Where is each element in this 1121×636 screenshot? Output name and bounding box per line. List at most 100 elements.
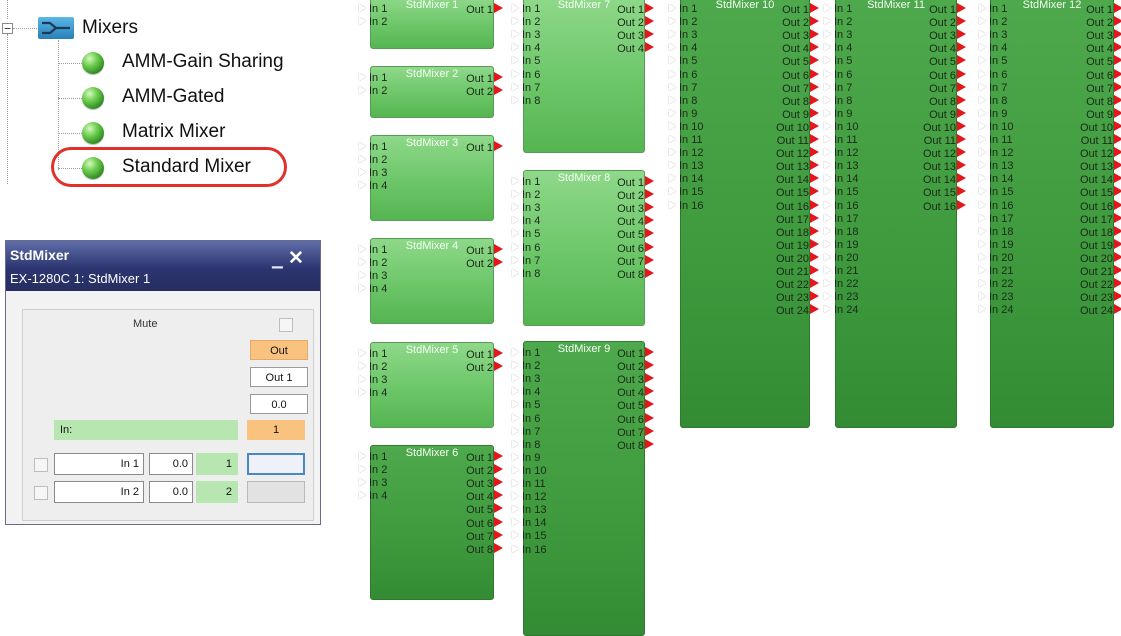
- input-pin[interactable]: In 4: [669, 42, 697, 54]
- input-pin[interactable]: In 3: [512, 29, 540, 41]
- input-pin[interactable]: In 3: [359, 477, 387, 489]
- input-2-gain-field[interactable]: 0.0: [149, 481, 193, 503]
- input-pin[interactable]: In 2: [359, 85, 387, 97]
- input-pin[interactable]: In 7: [512, 426, 540, 438]
- output-pin[interactable]: Out 7: [782, 81, 819, 95]
- output-pin[interactable]: Out 13: [923, 160, 966, 173]
- output-pin[interactable]: Out 8: [466, 542, 503, 556]
- output-pin[interactable]: Out 3: [929, 29, 966, 42]
- output-pin[interactable]: Out 2: [617, 360, 654, 373]
- output-pin[interactable]: Out 12: [923, 147, 966, 160]
- input-pin[interactable]: In 19: [979, 239, 1013, 251]
- output-pin[interactable]: Out 10: [776, 120, 819, 134]
- input-pin[interactable]: In 11: [824, 134, 858, 146]
- close-icon[interactable]: ✕: [288, 249, 306, 268]
- input-pin[interactable]: In 2: [359, 257, 387, 269]
- output-pin[interactable]: Out 24: [1080, 304, 1121, 317]
- input-pin[interactable]: In 6: [512, 242, 540, 254]
- output-pin[interactable]: Out 11: [1081, 134, 1121, 147]
- input-pin[interactable]: In 8: [512, 439, 540, 451]
- input-pin[interactable]: In 15: [512, 530, 546, 542]
- output-pin[interactable]: Out 17: [1080, 212, 1121, 226]
- output-pin[interactable]: Out 3: [617, 29, 654, 42]
- input-pin[interactable]: In 4: [979, 42, 1007, 54]
- window-title-bar[interactable]: StdMixer EX-1280C 1: StdMixer 1 ▁ ✕: [6, 241, 320, 291]
- output-pin[interactable]: Out 4: [782, 42, 819, 55]
- input-pin[interactable]: In 10: [824, 121, 858, 133]
- output-pin[interactable]: Out 8: [1086, 94, 1121, 108]
- input-pin[interactable]: In 10: [979, 121, 1013, 133]
- input-pin[interactable]: In 12: [669, 147, 703, 159]
- output-pin[interactable]: Out 2: [466, 257, 503, 270]
- input-1-name-field[interactable]: In 1: [54, 453, 144, 475]
- input-2-name-field[interactable]: In 2: [54, 481, 144, 503]
- input-pin[interactable]: In 6: [512, 413, 540, 425]
- input-pin[interactable]: In 5: [824, 55, 852, 67]
- output-pin[interactable]: Out 12: [1080, 147, 1121, 160]
- output-pin[interactable]: Out 3: [617, 202, 654, 215]
- output-pin[interactable]: Out 1: [617, 176, 654, 189]
- input-pin[interactable]: In 23: [979, 291, 1013, 303]
- output-pin[interactable]: Out 15: [776, 186, 819, 199]
- output-pin[interactable]: Out 1: [466, 348, 503, 361]
- tree-root-mixers[interactable]: Mixers: [82, 17, 138, 39]
- input-pin[interactable]: In 7: [512, 255, 540, 267]
- output-pin[interactable]: Out 13: [1080, 160, 1121, 173]
- output-pin[interactable]: Out 19: [1080, 238, 1121, 252]
- output-pin[interactable]: Out 22: [1080, 278, 1121, 291]
- mixer-block-5[interactable]: StdMixer 5 In 1 In 2 In 3 In 4 Out 1 Out 2: [359, 342, 503, 428]
- collapse-icon[interactable]: −: [2, 23, 13, 34]
- input-pin[interactable]: In 12: [824, 147, 858, 159]
- input-pin[interactable]: In 14: [824, 173, 858, 185]
- output-pin[interactable]: Out 18: [1080, 225, 1121, 239]
- output-pin[interactable]: Out 9: [929, 107, 966, 121]
- input-pin[interactable]: In 7: [824, 82, 852, 94]
- input-pin[interactable]: In 7: [669, 82, 697, 94]
- output-pin[interactable]: Out 16: [923, 199, 966, 213]
- output-pin[interactable]: Out 3: [466, 477, 503, 490]
- input-pin[interactable]: In 18: [979, 226, 1013, 238]
- output-pin[interactable]: Out 1: [466, 3, 503, 16]
- mixer-block-7[interactable]: StdMixer 7 In 1 In 2 In 3 In 4 In 5 In 6 In 7 In…: [512, 0, 654, 153]
- input-pin[interactable]: In 19: [824, 239, 858, 251]
- input-pin[interactable]: In 24: [979, 304, 1013, 316]
- output-pin[interactable]: Out 7: [929, 81, 966, 95]
- input-pin[interactable]: In 4: [512, 215, 540, 227]
- output-pin[interactable]: Out 2: [466, 361, 503, 374]
- crosspoint-in2-out1[interactable]: [247, 481, 305, 503]
- output-pin[interactable]: Out 6: [617, 412, 654, 426]
- input-pin[interactable]: In 15: [824, 186, 858, 198]
- input-pin[interactable]: In 13: [824, 160, 858, 172]
- output-pin[interactable]: Out 16: [1080, 199, 1121, 213]
- input-pin[interactable]: In 2: [359, 464, 387, 476]
- mixer-block-6[interactable]: StdMixer 6 In 1 In 2 In 3 In 4 Out 1 Out 2 Out …: [359, 445, 503, 600]
- output-pin[interactable]: Out 23: [776, 291, 819, 304]
- input-pin[interactable]: In 21: [979, 265, 1013, 277]
- input-pin[interactable]: In 1: [359, 3, 387, 15]
- output-pin[interactable]: Out 16: [776, 199, 819, 213]
- input-pin[interactable]: In 16: [512, 544, 546, 556]
- input-pin[interactable]: In 6: [824, 69, 852, 81]
- output-pin[interactable]: Out 6: [1086, 68, 1121, 82]
- crosspoint-in1-out1[interactable]: [247, 453, 305, 475]
- input-pin[interactable]: In 2: [512, 360, 540, 372]
- input-pin[interactable]: In 3: [824, 29, 852, 41]
- input-pin[interactable]: In 9: [512, 452, 540, 464]
- input-pin[interactable]: In 3: [359, 270, 387, 282]
- output-pin[interactable]: Out 5: [929, 55, 966, 68]
- input-pin[interactable]: In 11: [512, 478, 546, 490]
- input-pin[interactable]: In 4: [359, 283, 387, 295]
- output-pin[interactable]: Out 4: [617, 386, 654, 399]
- input-pin[interactable]: In 9: [669, 108, 697, 120]
- output-pin[interactable]: Out 7: [617, 254, 654, 268]
- output-pin[interactable]: Out 5: [1086, 55, 1121, 68]
- mute-checkbox[interactable]: [279, 318, 293, 332]
- input-pin[interactable]: In 18: [824, 226, 858, 238]
- output-pin[interactable]: Out 12: [776, 147, 819, 160]
- input-pin[interactable]: In 13: [512, 504, 546, 516]
- output-pin[interactable]: Out 6: [617, 241, 654, 255]
- input-pin[interactable]: In 10: [512, 465, 546, 477]
- input-pin[interactable]: In 16: [669, 200, 703, 212]
- output-pin[interactable]: Out 8: [782, 94, 819, 108]
- input-pin[interactable]: In 17: [824, 213, 858, 225]
